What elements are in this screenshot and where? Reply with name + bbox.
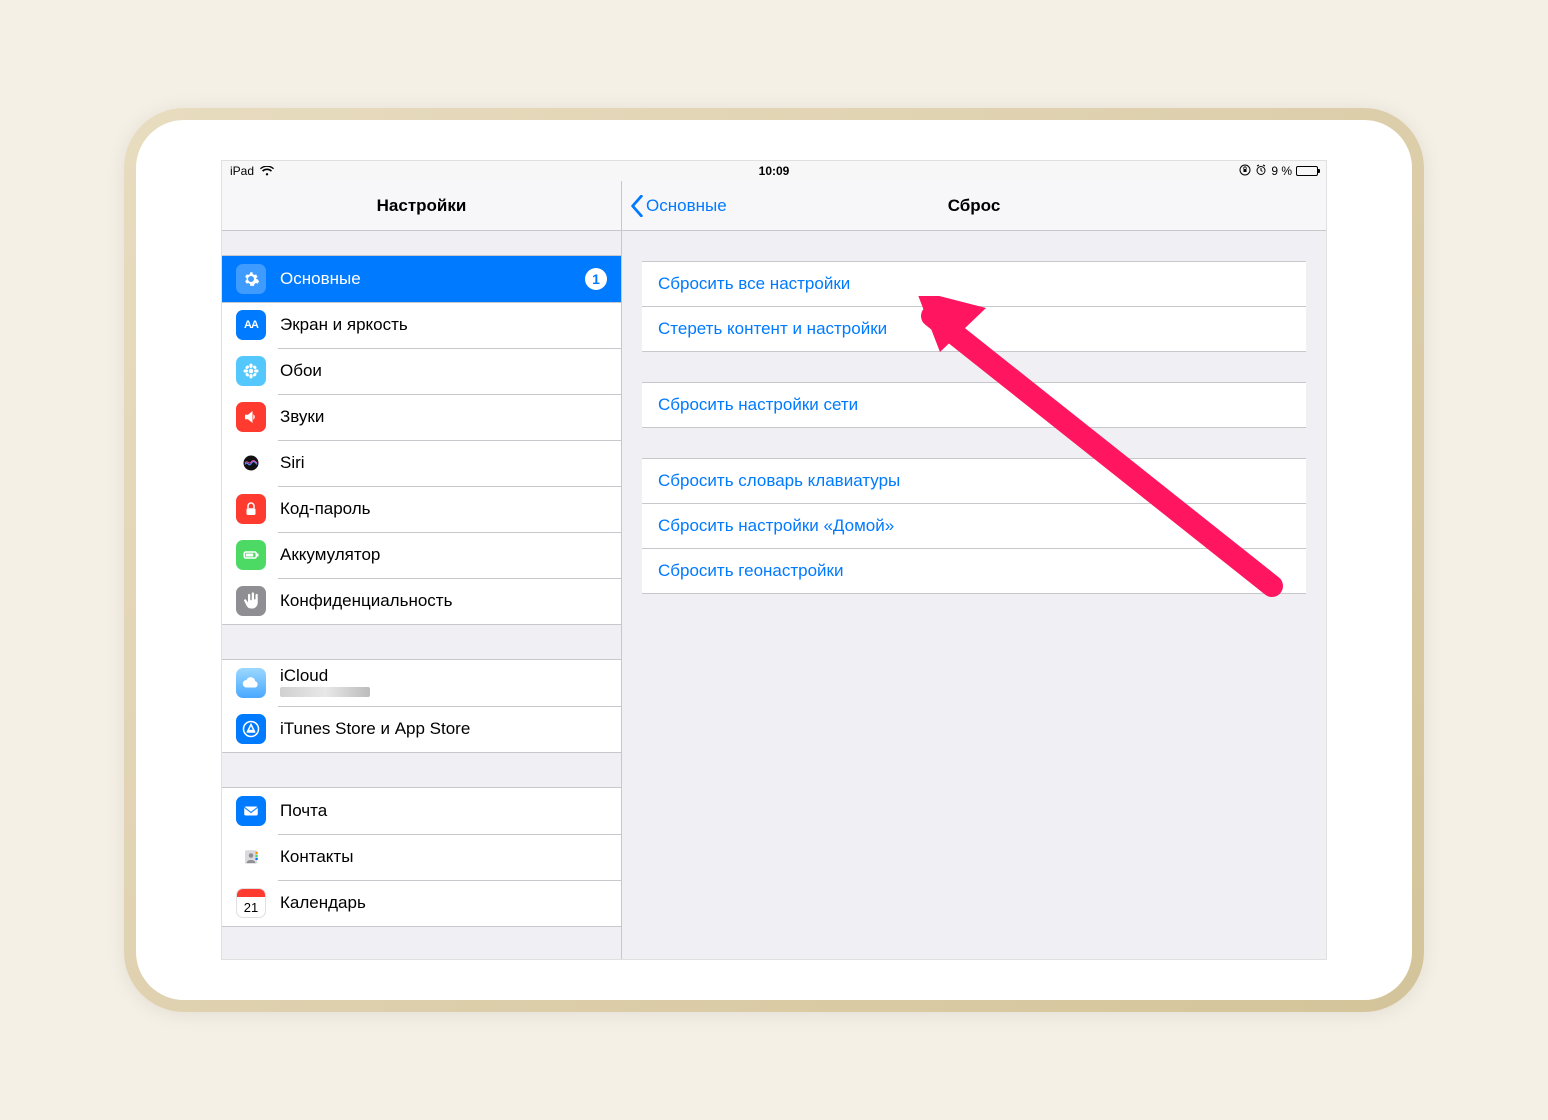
sidebar-item-contacts[interactable]: Контакты [222, 834, 621, 880]
sidebar-item-siri[interactable]: Siri [222, 440, 621, 486]
status-time: 10:09 [759, 164, 790, 178]
reset-option-reset-network[interactable]: Сбросить настройки сети [642, 383, 1306, 427]
orientation-lock-icon [1239, 164, 1251, 179]
settings-sidebar: Настройки Основные 1 AA Экран и яркость Обои… [222, 181, 622, 959]
wifi-icon [260, 166, 274, 176]
sidebar-item-label: Код-пароль [280, 499, 607, 519]
reset-option-reset-all-settings[interactable]: Сбросить все настройки [642, 262, 1306, 306]
sidebar-item-general[interactable]: Основные 1 [222, 256, 621, 302]
cloud-icon [236, 668, 266, 698]
detail-title: Сброс [948, 196, 1001, 216]
sidebar-item-label: Основные [280, 269, 571, 289]
sidebar-item-store[interactable]: iTunes Store и App Store [222, 706, 621, 752]
sidebar-item-label: Звуки [280, 407, 607, 427]
detail-pane: Основные Сброс Сбросить все настройкиСте… [622, 181, 1326, 959]
sidebar-badge: 1 [585, 268, 607, 290]
sidebar-item-label: Аккумулятор [280, 545, 607, 565]
speaker-icon [236, 402, 266, 432]
back-label: Основные [646, 196, 727, 216]
sidebar-item-display[interactable]: AA Экран и яркость [222, 302, 621, 348]
flower-icon [236, 356, 266, 386]
sidebar-item-label: Siri [280, 453, 607, 473]
back-button[interactable]: Основные [630, 181, 727, 230]
gear-icon [236, 264, 266, 294]
reset-option-reset-keyboard[interactable]: Сбросить словарь клавиатуры [642, 459, 1306, 503]
reset-option-reset-home[interactable]: Сбросить настройки «Домой» [642, 503, 1306, 548]
contacts-icon [236, 842, 266, 872]
sidebar-item-sounds[interactable]: Звуки [222, 394, 621, 440]
sidebar-item-calendar[interactable]: 21 Календарь [222, 880, 621, 926]
mail-icon [236, 796, 266, 826]
siri-icon [236, 448, 266, 478]
icloud-account-blurred [280, 686, 607, 700]
sidebar-item-mail[interactable]: Почта [222, 788, 621, 834]
sidebar-item-label: iTunes Store и App Store [280, 719, 607, 739]
battery-percent: 9 % [1271, 164, 1292, 178]
calendar-icon: 21 [236, 888, 266, 918]
sidebar-item-battery[interactable]: Аккумулятор [222, 532, 621, 578]
device-label: iPad [230, 164, 254, 178]
sidebar-item-icloud[interactable]: iCloud [222, 660, 621, 706]
sidebar-item-label: Конфиденциальность [280, 591, 607, 611]
reset-option-reset-location[interactable]: Сбросить геонастройки [642, 548, 1306, 593]
sidebar-item-wallpaper[interactable]: Обои [222, 348, 621, 394]
sidebar-item-privacy[interactable]: Конфиденциальность [222, 578, 621, 624]
sidebar-item-label: Контакты [280, 847, 607, 867]
sidebar-item-label: Календарь [280, 893, 607, 913]
sidebar-item-label: iCloud [280, 666, 607, 686]
hand-icon [236, 586, 266, 616]
sidebar-item-label: Экран и яркость [280, 315, 607, 335]
detail-nav: Основные Сброс [622, 181, 1326, 231]
alarm-icon [1255, 164, 1267, 179]
status-bar: iPad 10:09 9 % [222, 161, 1326, 181]
text-size-icon: AA [236, 310, 266, 340]
battery-icon [1296, 166, 1318, 176]
sidebar-title: Настройки [377, 196, 467, 216]
appstore-icon [236, 714, 266, 744]
sidebar-item-label: Почта [280, 801, 607, 821]
ipad-frame: iPad 10:09 9 % [124, 108, 1424, 1012]
reset-option-erase-content[interactable]: Стереть контент и настройки [642, 306, 1306, 351]
sidebar-item-passcode[interactable]: Код-пароль [222, 486, 621, 532]
screen: iPad 10:09 9 % [221, 160, 1327, 960]
sidebar-item-label: Обои [280, 361, 607, 381]
lock-icon [236, 494, 266, 524]
battery-icon [236, 540, 266, 570]
sidebar-nav: Настройки [222, 181, 621, 231]
